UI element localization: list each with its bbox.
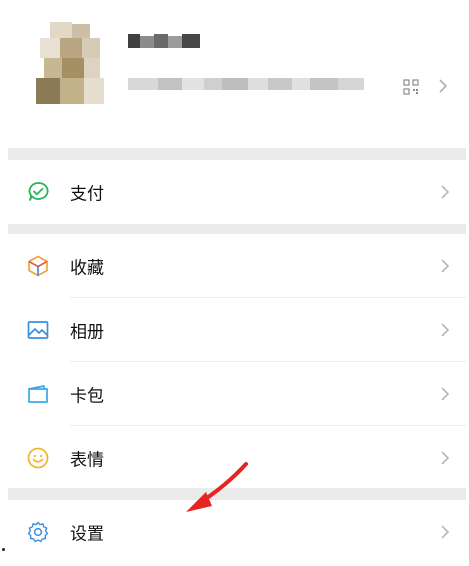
chevron-right-icon <box>441 451 450 465</box>
menu-label-stickers: 表情 <box>70 450 104 471</box>
chevron-right-icon <box>441 387 450 401</box>
menu-item-favorites[interactable]: 收藏 <box>8 234 466 298</box>
menu-item-album[interactable]: 相册 <box>8 298 466 362</box>
menu-item-card-wallet[interactable]: 卡包 <box>8 362 466 426</box>
menu-item-settings[interactable]: 设置 <box>8 500 466 564</box>
username-blurred <box>128 34 200 48</box>
chevron-right-icon <box>441 323 450 337</box>
menu-label-pay: 支付 <box>70 184 104 205</box>
account-id-blurred <box>128 78 364 90</box>
menu-label-album: 相册 <box>70 322 104 343</box>
chevron-right-icon <box>441 525 450 539</box>
chevron-right-icon <box>439 79 448 93</box>
menu-item-stickers[interactable]: 表情 <box>8 426 466 490</box>
stray-dot <box>2 548 5 551</box>
menu-label-settings: 设置 <box>70 524 104 545</box>
menu-label-favorites: 收藏 <box>70 258 104 279</box>
chevron-right-icon <box>441 259 450 273</box>
smiley-icon <box>27 447 49 469</box>
section-gap <box>8 488 466 500</box>
avatar[interactable] <box>36 22 104 104</box>
gear-icon <box>27 521 49 543</box>
profile-header[interactable] <box>0 0 469 148</box>
wallet-icon <box>28 385 48 403</box>
menu-item-pay[interactable]: 支付 <box>8 160 466 224</box>
cube-icon <box>28 255 48 277</box>
section-gap <box>8 224 466 234</box>
section-gap <box>8 148 466 160</box>
pay-icon <box>28 182 49 201</box>
menu-label-card-wallet: 卡包 <box>70 386 104 407</box>
qr-code-icon[interactable] <box>403 79 419 95</box>
picture-icon <box>27 321 49 339</box>
chevron-right-icon <box>441 185 450 199</box>
